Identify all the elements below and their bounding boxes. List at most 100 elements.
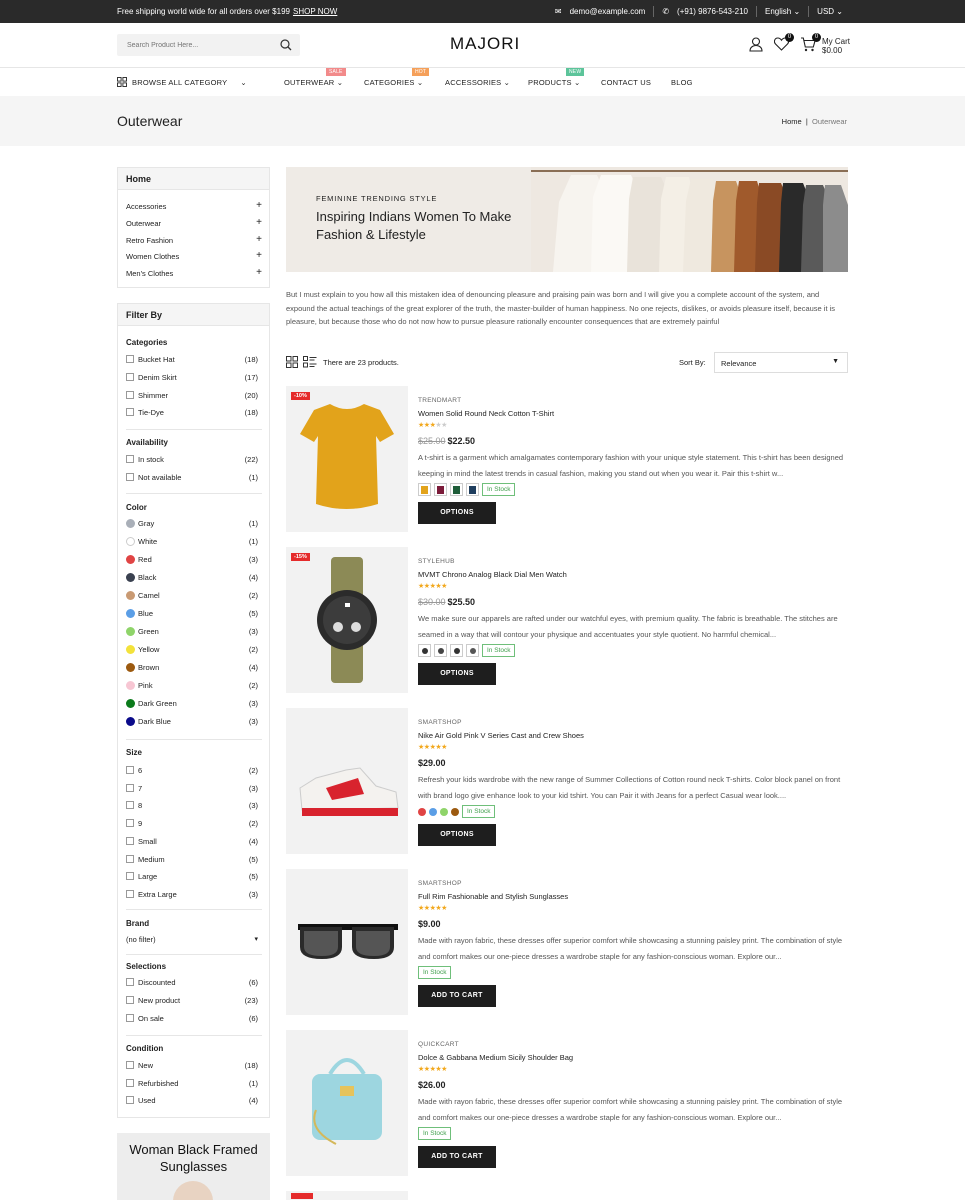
checkbox[interactable] (126, 473, 134, 481)
add-to-cart-button[interactable]: ADD TO CART (418, 985, 496, 1007)
category-item[interactable]: Outerwear + (126, 217, 262, 228)
filter-option[interactable]: Brown (4) (126, 663, 258, 673)
plus-icon[interactable]: + (256, 267, 262, 278)
filter-option[interactable]: Red (3) (126, 555, 258, 565)
wishlist-button[interactable]: 0 (773, 33, 794, 53)
product-card[interactable]: -15% STYLEHUB MVMT Chrono Analog Black Dia… (286, 547, 848, 693)
site-logo[interactable]: MAJORI (450, 34, 520, 54)
cart-summary[interactable]: My Cart $0.00 (822, 37, 850, 55)
filter-option[interactable]: Extra Large (3) (126, 889, 258, 900)
product-card[interactable]: SMARTSHOP Nike Air Gold Pink V Series Cas… (286, 708, 848, 854)
filter-option[interactable]: Medium (5) (126, 854, 258, 865)
checkbox[interactable] (126, 801, 134, 810)
plus-icon[interactable]: + (256, 234, 262, 245)
sort-select[interactable]: Relevance ▼ (714, 352, 848, 373)
user-icon[interactable] (749, 37, 763, 52)
color-swatch[interactable] (126, 627, 135, 636)
product-image[interactable]: -15% (286, 547, 408, 693)
checkbox[interactable] (126, 783, 134, 792)
breadcrumb-home[interactable]: Home (782, 117, 802, 126)
filter-option[interactable]: Dark Blue (3) (126, 717, 258, 727)
product-card[interactable]: SMARTSHOP Full Rim Fashionable and Stylis… (286, 869, 848, 1015)
color-swatch[interactable] (126, 573, 135, 582)
filter-option[interactable]: New product (23) (126, 996, 258, 1006)
filter-option[interactable]: New (18) (126, 1061, 258, 1071)
product-brand[interactable]: TRENDMART (418, 397, 461, 404)
nav-item-categories[interactable]: CATEGORIES ⌄ HOT (364, 68, 430, 87)
checkbox[interactable] (126, 872, 134, 881)
variant-thumb[interactable] (434, 644, 447, 657)
nav-item-outerwear[interactable]: OUTERWEAR ⌄ SALE (284, 68, 346, 87)
grid-view-icon[interactable] (286, 356, 298, 368)
product-brand[interactable]: QUICKCART (418, 1041, 459, 1048)
phone-link[interactable]: (+91) 9876-543-210 (677, 7, 748, 16)
language-select[interactable]: English ⌄ (765, 7, 800, 16)
product-card[interactable]: -10% TRENDMART Women Solid Round Neck Cott… (286, 386, 848, 532)
product-image[interactable]: -10% (286, 386, 408, 532)
product-name[interactable]: Dolce & Gabbana Medium Sicily Shoulder B… (418, 1053, 573, 1062)
checkbox[interactable] (126, 1014, 134, 1022)
filter-option[interactable]: Camel (2) (126, 591, 258, 601)
product-image[interactable] (286, 1191, 408, 1200)
product-name[interactable]: Nike Air Gold Pink V Series Cast and Cre… (418, 731, 584, 740)
variant-thumb[interactable] (450, 483, 463, 496)
filter-option[interactable]: Tie-Dye (18) (126, 408, 258, 418)
brand-select[interactable]: (no filter) ▾ (126, 935, 258, 945)
checkbox[interactable] (126, 355, 134, 363)
category-item[interactable]: Retro Fashion + (126, 234, 262, 245)
color-swatch[interactable] (126, 537, 135, 546)
checkbox[interactable] (126, 836, 134, 845)
checkbox[interactable] (126, 373, 134, 381)
product-brand[interactable]: SMARTSHOP (418, 880, 462, 887)
product-card[interactable]: QUICKCART Dolce & Gabbana Medium Sicily S… (286, 1030, 848, 1176)
filter-option[interactable]: 7 (3) (126, 783, 258, 794)
filter-option[interactable]: Dark Green (3) (126, 699, 258, 709)
color-dot[interactable] (418, 807, 426, 816)
filter-option[interactable]: White (1) (126, 537, 258, 547)
color-swatch[interactable] (126, 645, 135, 654)
checkbox[interactable] (126, 978, 134, 986)
nav-item-contact[interactable]: CONTACT US (601, 78, 651, 87)
product-name[interactable]: Women Solid Round Neck Cotton T-Shirt (418, 409, 554, 418)
filter-option[interactable]: Small (4) (126, 836, 258, 847)
variant-thumb[interactable] (466, 644, 479, 657)
category-home[interactable]: Home (118, 168, 269, 190)
filter-option[interactable]: Used (4) (126, 1096, 258, 1106)
filter-option[interactable]: Denim Skirt (17) (126, 373, 258, 383)
cart-button[interactable]: 0 (800, 33, 821, 54)
filter-option[interactable]: 8 (3) (126, 801, 258, 811)
filter-option[interactable]: Bucket Hat (18) (126, 355, 258, 365)
filter-option[interactable]: Black (4) (126, 573, 258, 583)
checkbox[interactable] (126, 996, 134, 1004)
nav-item-blog[interactable]: BLOG (671, 78, 693, 87)
variant-thumb[interactable] (466, 483, 479, 496)
filter-option[interactable]: 6 (2) (126, 766, 258, 776)
nav-item-products[interactable]: PRODUCTS ⌄ NEW (528, 68, 585, 87)
checkbox[interactable] (126, 455, 134, 463)
browse-categories-button[interactable]: BROWSE ALL CATEGORY ⌄ (117, 77, 247, 87)
checkbox[interactable] (126, 889, 134, 898)
color-swatch[interactable] (126, 609, 135, 618)
currency-select[interactable]: USD ⌄ (817, 7, 843, 16)
variant-thumb[interactable] (434, 483, 447, 496)
search-input[interactable] (117, 34, 267, 56)
filter-option[interactable]: Large (5) (126, 872, 258, 882)
filter-option[interactable]: Gray (1) (126, 519, 258, 529)
search-icon[interactable] (280, 39, 292, 51)
variant-thumb[interactable] (450, 644, 463, 657)
plus-icon[interactable]: + (256, 217, 262, 228)
checkbox[interactable] (126, 1079, 134, 1087)
email-link[interactable]: demo@example.com (570, 7, 646, 16)
checkbox[interactable] (126, 1061, 134, 1069)
color-dot[interactable] (440, 807, 448, 816)
options-button[interactable]: OPTIONS (418, 824, 496, 846)
shop-now-link[interactable]: SHOP NOW (293, 7, 337, 16)
filter-option[interactable]: 9 (2) (126, 819, 258, 829)
checkbox[interactable] (126, 766, 134, 774)
checkbox[interactable] (126, 391, 134, 399)
product-brand[interactable]: SMARTSHOP (418, 719, 462, 726)
checkbox[interactable] (126, 408, 134, 416)
product-card[interactable] (286, 1191, 848, 1200)
checkbox[interactable] (126, 819, 134, 828)
nav-item-accessories[interactable]: ACCESSORIES ⌄ (445, 78, 510, 87)
